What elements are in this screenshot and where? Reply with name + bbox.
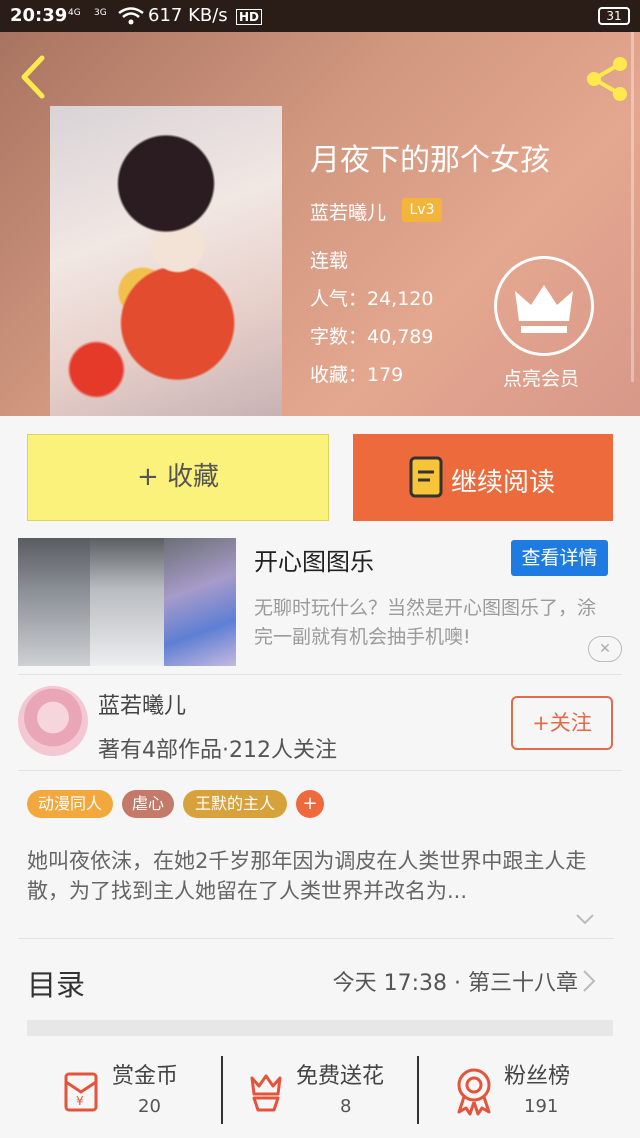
network-speed: 617 KB/s xyxy=(148,5,228,26)
share-icon[interactable] xyxy=(582,54,632,104)
divider xyxy=(221,1056,223,1124)
divider xyxy=(18,770,622,771)
section-separator xyxy=(27,1020,613,1036)
reward-coins-button[interactable]: ¥ 赏金币 20 xyxy=(58,1058,208,1128)
back-arrow-icon[interactable] xyxy=(14,52,54,102)
follow-button[interactable]: +关注 xyxy=(511,696,613,750)
medal-icon xyxy=(457,1068,491,1116)
fan-ranking-label: 粉丝榜 xyxy=(504,1064,571,1089)
book-word-count: 字数：40,789 xyxy=(310,326,434,348)
ad-description[interactable]: 无聊时玩什么？当然是开心图图乐了，涂完一副就有机会抽手机噢! xyxy=(254,594,604,652)
free-flowers-button[interactable]: 免费送花 8 xyxy=(244,1058,414,1128)
svg-text:¥: ¥ xyxy=(76,1094,84,1108)
red-envelope-icon: ¥ xyxy=(64,1072,98,1112)
author-name[interactable]: 蓝若曦儿 xyxy=(98,688,186,720)
book-cover[interactable] xyxy=(50,106,282,416)
continue-reading-label: 继续阅读 xyxy=(451,468,556,498)
free-flowers-count: 8 xyxy=(340,1096,352,1117)
status-bar: 20:39 4G 3G 617 KB/s HD 31 xyxy=(0,0,640,32)
book-author[interactable]: 蓝若曦儿 xyxy=(310,198,386,225)
ad-close-icon[interactable]: ✕ xyxy=(588,636,622,662)
free-flowers-label: 免费送花 xyxy=(296,1064,385,1089)
tag-item[interactable]: 虐心 xyxy=(122,790,174,818)
book-popularity: 人气：24,120 xyxy=(310,288,434,310)
reward-coins-label: 赏金币 xyxy=(112,1064,179,1089)
book-summary[interactable]: 她叫夜依沫，在她2千岁那年因为调皮在人类世界中跟主人走散，为了找到主人她留在了人… xyxy=(27,846,613,906)
divider xyxy=(18,938,614,939)
crown-icon xyxy=(515,285,573,333)
book-status: 连载 xyxy=(310,250,349,272)
status-time: 20:39 xyxy=(10,5,68,26)
scrollbar[interactable] xyxy=(631,32,634,382)
continue-reading-button[interactable]: 继续阅读 xyxy=(353,434,613,521)
member-button[interactable] xyxy=(494,256,594,356)
flower-icon xyxy=(250,1074,282,1112)
divider xyxy=(18,674,622,675)
author-avatar[interactable] xyxy=(18,686,88,756)
ad-image[interactable] xyxy=(18,538,236,666)
chevron-down-icon[interactable] xyxy=(574,908,596,930)
book-header: 月夜下的那个女孩 蓝若曦儿 Lv3 连载 人气：24,120 字数：40,789… xyxy=(0,32,640,416)
toc-label[interactable]: 目录 xyxy=(27,962,85,1004)
divider xyxy=(417,1056,419,1124)
tag-item[interactable]: 动漫同人 xyxy=(27,790,113,818)
author-level-badge: Lv3 xyxy=(402,198,442,222)
signal-3g-icon: 3G xyxy=(94,8,107,18)
author-stats: 著有4部作品·212人关注 xyxy=(98,738,337,763)
book-title: 月夜下的那个女孩 xyxy=(310,143,550,178)
add-tag-button[interactable]: + xyxy=(296,790,324,818)
wifi-icon xyxy=(118,7,144,25)
hd-icon: HD xyxy=(236,9,263,25)
signal-4g-icon: 4G xyxy=(68,8,81,18)
tag-item[interactable]: 王默的主人 xyxy=(183,790,287,818)
fan-ranking-count: 191 xyxy=(524,1096,559,1117)
ad-title[interactable]: 开心图图乐 xyxy=(254,542,374,577)
collect-button[interactable]: + 收藏 xyxy=(27,434,329,521)
book-icon xyxy=(409,456,443,498)
book-favorites: 收藏：179 xyxy=(310,364,404,386)
battery-icon: 31 xyxy=(598,7,630,25)
toc-latest-chapter[interactable]: 今天 17:38 · 第三十八章 xyxy=(333,965,578,997)
chevron-right-icon[interactable] xyxy=(580,967,598,995)
fan-ranking-button[interactable]: 粉丝榜 191 xyxy=(452,1058,612,1128)
reward-coins-count: 20 xyxy=(138,1096,161,1117)
ad-detail-button[interactable]: 查看详情 xyxy=(511,540,608,576)
member-label[interactable]: 点亮会员 xyxy=(503,364,579,391)
